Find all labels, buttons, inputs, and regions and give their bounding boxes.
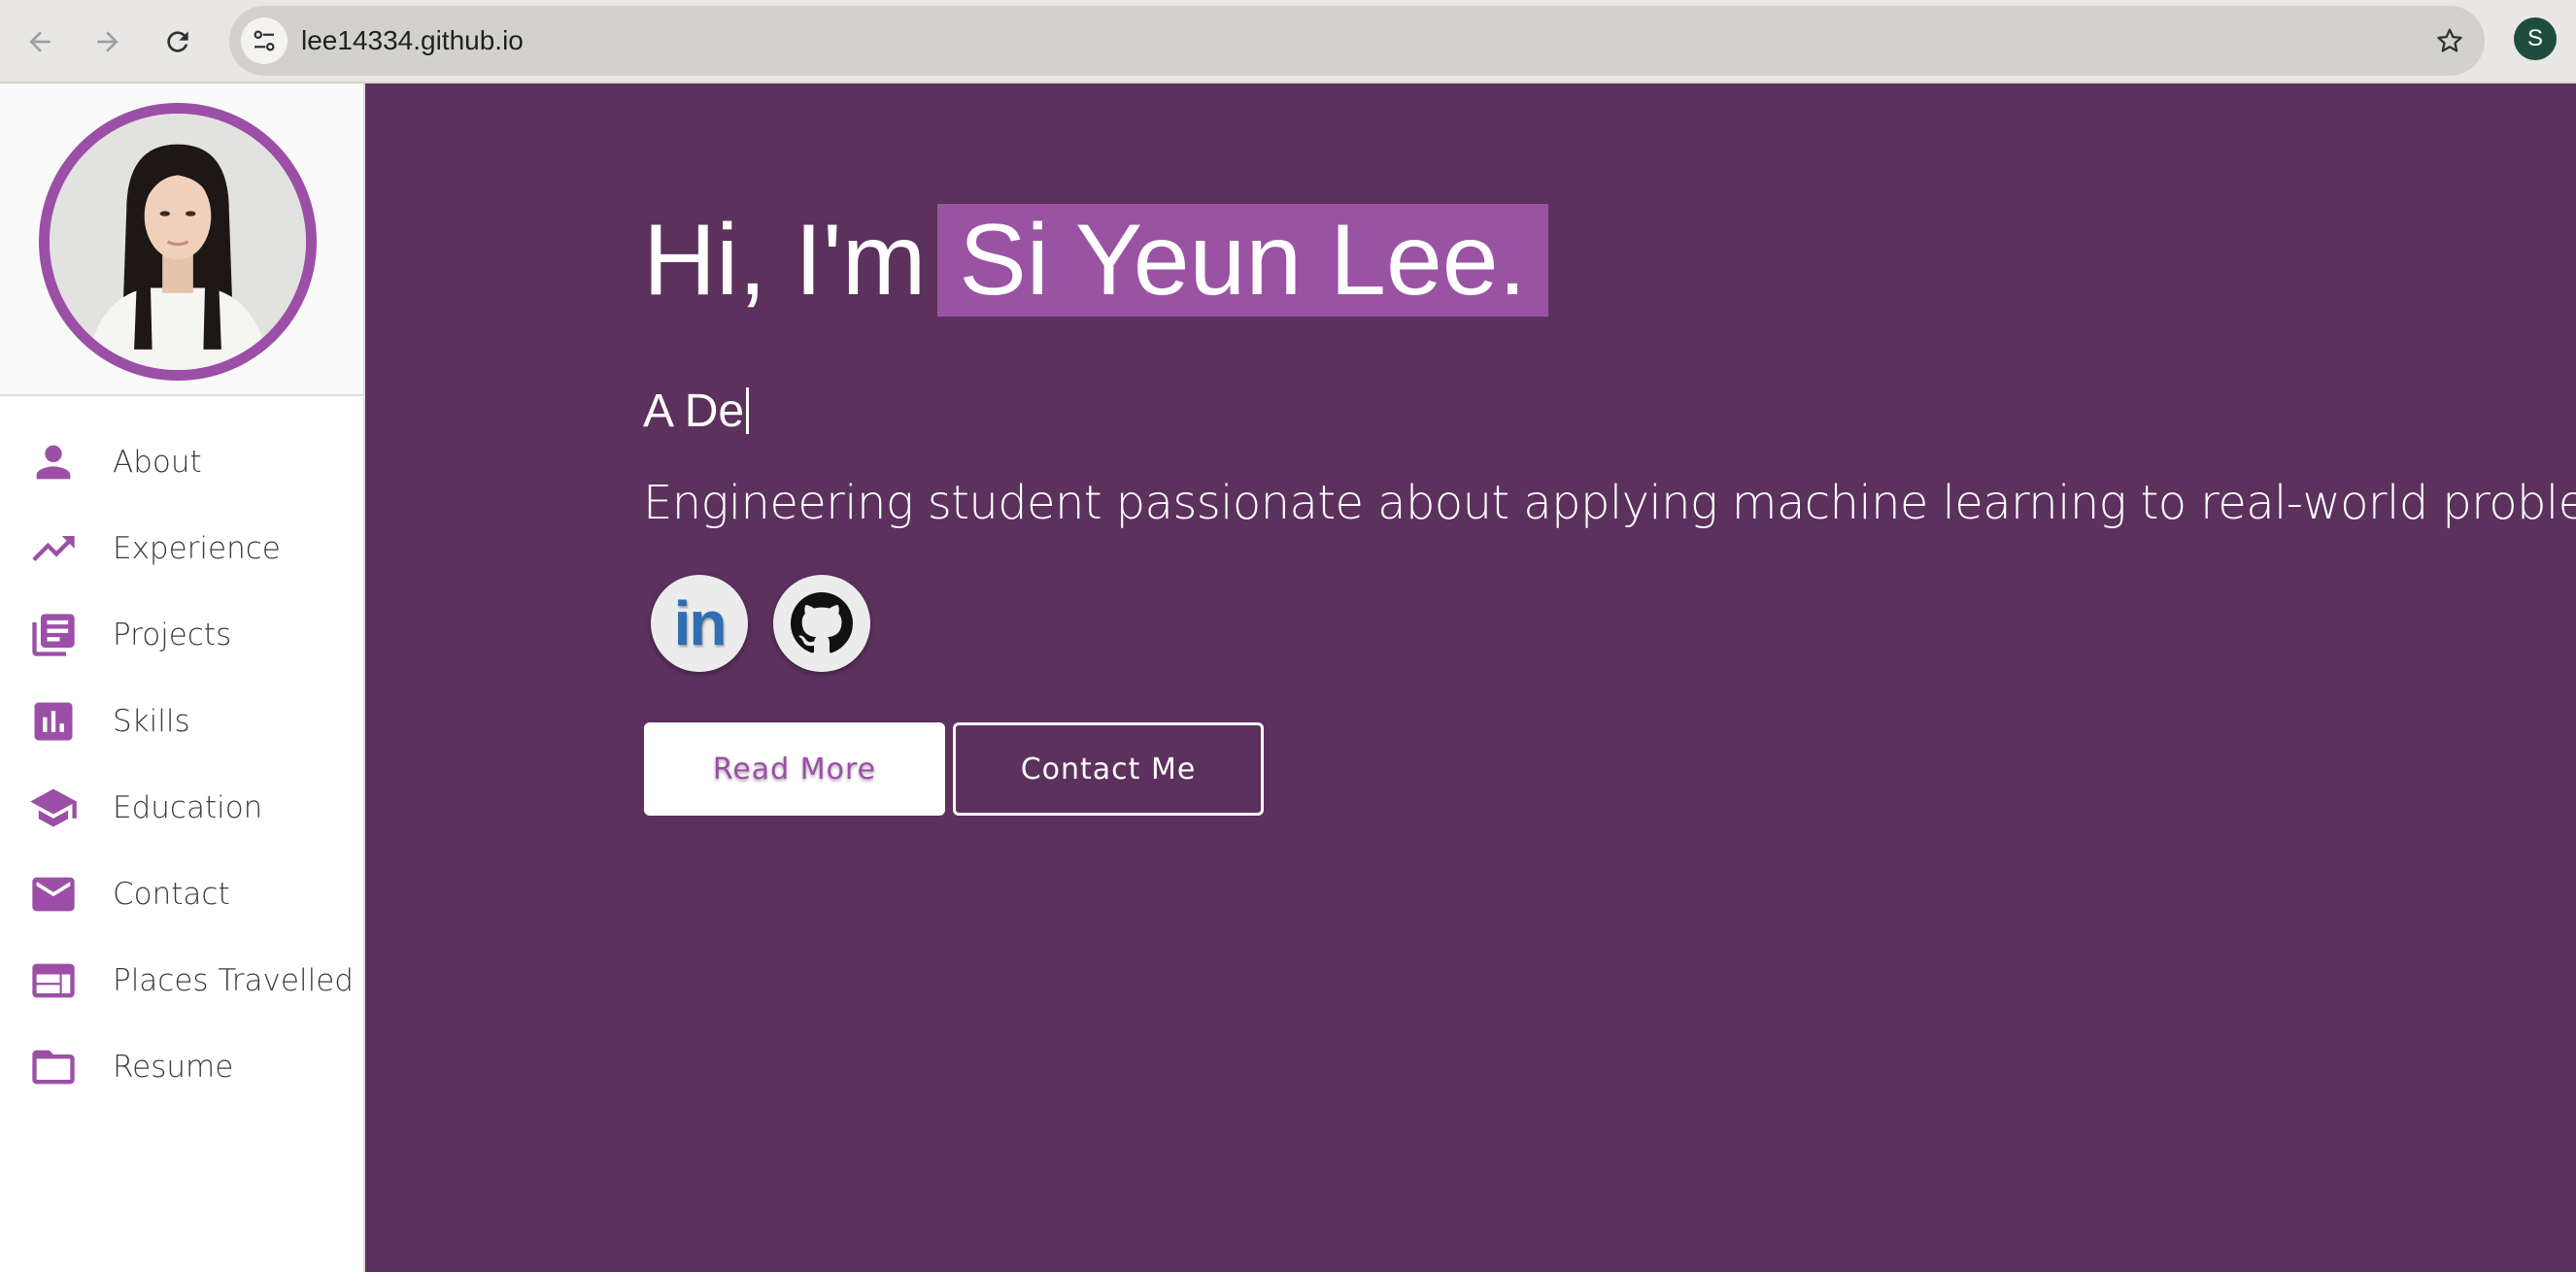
typed-text: A De xyxy=(643,385,745,437)
sidebar-item-label: Places Travelled xyxy=(113,962,354,998)
sidebar-item-contact[interactable]: Contact xyxy=(0,851,363,937)
hero-description: Engineering student passionate about app… xyxy=(643,476,2576,530)
hero-heading: Hi, I'm Si Yeun Lee. xyxy=(643,198,1548,322)
sidebar-item-resume[interactable]: Resume xyxy=(0,1023,363,1110)
web-icon xyxy=(27,954,80,1007)
sidebar-header xyxy=(0,84,363,396)
reload-icon xyxy=(167,31,188,52)
sidebar-item-label: About xyxy=(113,444,202,480)
folder-icon xyxy=(27,1041,80,1093)
sidebar-item-experience[interactable]: Experience xyxy=(0,505,363,591)
url-text[interactable]: lee14334.github.io xyxy=(301,23,524,58)
trending-up-icon xyxy=(27,522,80,575)
sidebar-item-places-travelled[interactable]: Places Travelled xyxy=(0,937,363,1023)
site-settings-icon xyxy=(254,30,275,51)
sidebar-item-projects[interactable]: Projects xyxy=(0,591,363,678)
reload-button[interactable] xyxy=(153,17,202,66)
library-books-icon xyxy=(27,609,80,661)
bar-chart-icon xyxy=(27,695,80,748)
contact-me-button[interactable]: Contact Me xyxy=(953,722,1264,816)
forward-button[interactable] xyxy=(84,17,132,66)
sidebar: About Experience Projects Skills Educati… xyxy=(0,84,365,1272)
sidebar-item-about[interactable]: About xyxy=(0,418,363,505)
back-button[interactable] xyxy=(16,17,64,66)
hero-name: Si Yeun Lee. xyxy=(937,204,1548,317)
back-arrow-icon xyxy=(29,31,51,52)
profile-photo xyxy=(39,103,317,381)
hero-greeting: Hi, I'm xyxy=(643,204,927,317)
bookmark-button[interactable] xyxy=(2430,21,2469,60)
mail-icon xyxy=(27,868,80,921)
github-icon xyxy=(791,592,853,653)
address-bar[interactable]: lee14334.github.io xyxy=(229,6,2485,76)
sidebar-item-label: Education xyxy=(113,789,263,825)
hero-section: Hi, I'm Si Yeun Lee. A De Engineering stu… xyxy=(365,84,2576,1272)
sidebar-item-label: Projects xyxy=(113,617,232,653)
typing-cursor xyxy=(746,387,750,434)
github-link[interactable] xyxy=(773,575,870,672)
profile-avatar[interactable]: S xyxy=(2514,17,2557,60)
bookmark-star-icon xyxy=(2437,28,2462,52)
site-settings-button[interactable] xyxy=(241,17,288,64)
person-icon xyxy=(27,436,80,488)
sidebar-item-label: Contact xyxy=(113,876,230,912)
browser-toolbar: lee14334.github.io S xyxy=(0,0,2576,84)
sidebar-item-skills[interactable]: Skills xyxy=(0,678,363,764)
graduation-cap-icon xyxy=(27,782,80,834)
sidebar-item-education[interactable]: Education xyxy=(0,764,363,851)
sidebar-item-label: Resume xyxy=(113,1049,234,1085)
sidebar-item-label: Skills xyxy=(113,703,190,739)
linkedin-link[interactable]: in xyxy=(651,575,748,672)
forward-arrow-icon xyxy=(97,31,119,52)
linkedin-icon: in xyxy=(673,588,728,658)
sidebar-item-label: Experience xyxy=(113,530,281,566)
sidebar-nav: About Experience Projects Skills Educati… xyxy=(0,418,363,1110)
read-more-button[interactable]: Read More xyxy=(644,722,945,816)
typed-subtitle: A De xyxy=(643,383,750,441)
